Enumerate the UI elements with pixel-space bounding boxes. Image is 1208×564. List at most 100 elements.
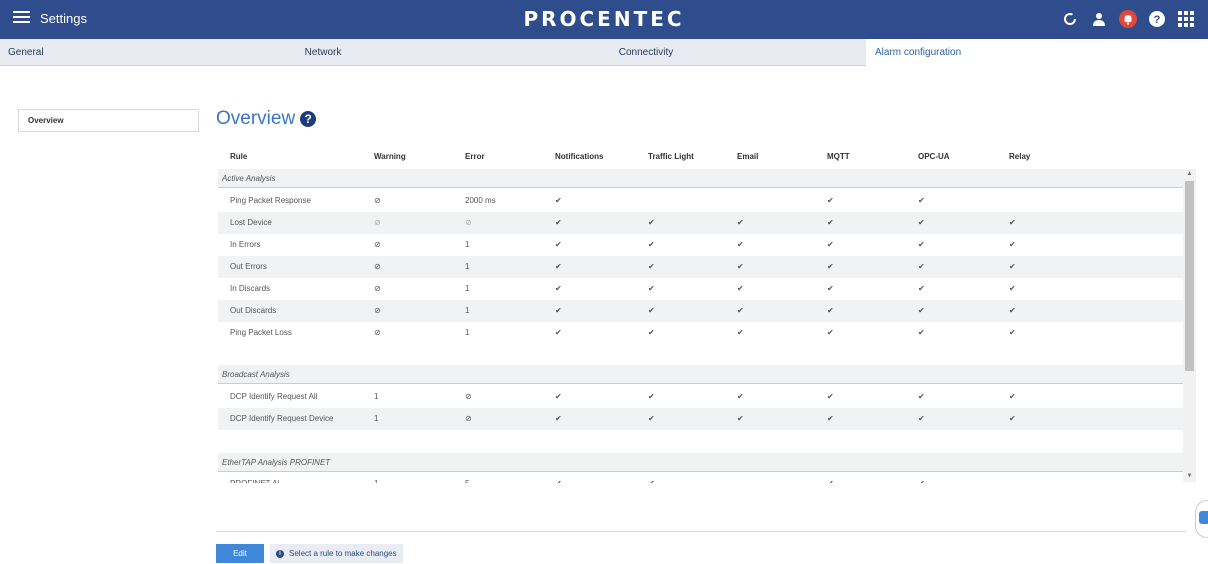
relay-check-icon: ✔ xyxy=(1009,240,1016,249)
select-rule-hint: i Select a rule to make changes xyxy=(270,544,403,563)
group-header: Broadcast Analysis xyxy=(218,365,1184,384)
info-icon: i xyxy=(276,549,284,558)
opc-ua-check-icon: ✔ xyxy=(918,392,925,401)
warning-value: ⊘ xyxy=(374,284,381,293)
column-header-error: Error xyxy=(465,152,485,161)
rule-name: DCP Identify Request All xyxy=(230,392,318,401)
error-value: 1 xyxy=(465,240,470,249)
column-header-warning: Warning xyxy=(374,152,406,161)
error-value: 1 xyxy=(465,284,470,293)
mqtt-check-icon: ✔ xyxy=(827,473,834,483)
table-row[interactable]: Lost Device ⊘ ⊘ ✔ ✔ ✔ ✔ ✔ ✔ xyxy=(218,212,1184,234)
tab-connectivity[interactable]: Connectivity xyxy=(426,39,866,66)
table-scrollbar[interactable]: ▲ ▼ xyxy=(1183,169,1196,482)
rule-name: In Errors xyxy=(230,240,261,249)
traffic-light-check-icon: ✔ xyxy=(648,218,655,227)
notifications-check-icon: ✔ xyxy=(555,414,562,423)
rule-name: Out Discards xyxy=(230,306,277,315)
table-row[interactable]: In Discards ⊘ 1 ✔ ✔ ✔ ✔ ✔ ✔ xyxy=(218,278,1184,300)
opc-ua-check-icon: ✔ xyxy=(918,306,925,315)
bell-icon[interactable] xyxy=(1119,10,1137,28)
mqtt-check-icon: ✔ xyxy=(827,196,834,205)
email-check-icon: ✔ xyxy=(737,240,744,249)
column-header-relay: Relay xyxy=(1009,152,1031,161)
opc-ua-check-icon: ✔ xyxy=(918,473,925,483)
error-value: ⊘ xyxy=(465,414,472,423)
page-heading: Overview ? xyxy=(216,107,317,131)
relay-check-icon: ✔ xyxy=(1009,414,1016,423)
table-row[interactable]: DCP Identify Request All 1 ⊘ ✔ ✔ ✔ ✔ ✔ ✔ xyxy=(218,386,1184,408)
warning-value: ⊘ xyxy=(374,306,381,315)
user-icon[interactable] xyxy=(1090,10,1108,28)
alarm-rules-table: Rule Warning Error Notifications Traffic… xyxy=(218,143,1196,483)
column-header-rule: Rule xyxy=(230,152,248,161)
table-body: Active Analysis Ping Packet Response ⊘ 2… xyxy=(218,169,1184,483)
error-value: 1 xyxy=(465,306,470,315)
top-bar: Settings PROCENTEC ? xyxy=(0,0,1208,39)
table-row[interactable]: DCP Identify Request Device 1 ⊘ ✔ ✔ ✔ ✔ … xyxy=(218,408,1184,430)
opc-ua-check-icon: ✔ xyxy=(918,284,925,293)
mqtt-check-icon: ✔ xyxy=(827,392,834,401)
error-value: 2000 ms xyxy=(465,196,496,205)
warning-value: 1 xyxy=(374,392,379,401)
mqtt-check-icon: ✔ xyxy=(827,306,834,315)
refresh-icon[interactable] xyxy=(1061,10,1079,28)
scroll-down-arrow-icon[interactable]: ▼ xyxy=(1183,471,1196,482)
email-check-icon: ✔ xyxy=(737,262,744,271)
hint-text: Select a rule to make changes xyxy=(289,549,397,558)
email-check-icon: ✔ xyxy=(737,414,744,423)
error-value: 1 xyxy=(465,328,470,337)
apps-grid-icon[interactable] xyxy=(1177,10,1195,28)
email-check-icon: ✔ xyxy=(737,218,744,227)
tab-network[interactable]: Network xyxy=(220,39,426,66)
error-value: ⊘ xyxy=(465,218,472,227)
mqtt-check-icon: ✔ xyxy=(827,240,834,249)
notifications-check-icon: ✔ xyxy=(555,262,562,271)
email-check-icon: ✔ xyxy=(737,392,744,401)
email-check-icon: ✔ xyxy=(737,328,744,337)
help-icon[interactable]: ? xyxy=(1148,10,1166,28)
notifications-check-icon: ✔ xyxy=(555,328,562,337)
side-panel-toggle[interactable] xyxy=(1195,500,1208,538)
mqtt-check-icon: ✔ xyxy=(827,262,834,271)
warning-value: 1 xyxy=(374,473,378,483)
rule-name: PROFINET Al... xyxy=(230,473,286,483)
table-row[interactable]: Out Discards ⊘ 1 ✔ ✔ ✔ ✔ ✔ ✔ xyxy=(218,300,1184,322)
scrollbar-thumb[interactable] xyxy=(1185,181,1194,371)
divider xyxy=(216,531,1186,532)
error-value: 1 xyxy=(465,262,470,271)
tab-general[interactable]: General xyxy=(0,39,220,66)
rule-name: DCP Identify Request Device xyxy=(230,414,334,423)
sidebar-item-overview[interactable]: Overview xyxy=(18,109,199,132)
page-title: Overview xyxy=(216,108,296,129)
mqtt-check-icon: ✔ xyxy=(827,328,834,337)
opc-ua-check-icon: ✔ xyxy=(918,328,925,337)
traffic-light-check-icon: ✔ xyxy=(648,414,655,423)
notifications-check-icon: ✔ xyxy=(555,473,562,483)
tab-alarm-configuration[interactable]: Alarm configuration xyxy=(866,39,1208,66)
opc-ua-check-icon: ✔ xyxy=(918,414,925,423)
traffic-light-check-icon: ✔ xyxy=(648,392,655,401)
table-row[interactable]: In Errors ⊘ 1 ✔ ✔ ✔ ✔ ✔ ✔ xyxy=(218,234,1184,256)
scroll-up-arrow-icon[interactable]: ▲ xyxy=(1183,169,1196,180)
relay-check-icon: ✔ xyxy=(1009,284,1016,293)
table-row[interactable]: Ping Packet Response ⊘ 2000 ms ✔ ✔ ✔ xyxy=(218,190,1184,212)
table-header: Rule Warning Error Notifications Traffic… xyxy=(218,143,1184,169)
table-row[interactable]: Out Errors ⊘ 1 ✔ ✔ ✔ ✔ ✔ ✔ xyxy=(218,256,1184,278)
mqtt-check-icon: ✔ xyxy=(827,414,834,423)
warning-value: ⊘ xyxy=(374,196,381,205)
help-icon[interactable]: ? xyxy=(300,111,317,127)
edit-button[interactable]: Edit xyxy=(216,544,264,563)
column-header-opc-ua: OPC-UA xyxy=(918,152,950,161)
table-row[interactable]: PROFINET Al... 1 5 ✔ ✔ ✔ ✔ xyxy=(218,473,1184,483)
table-row[interactable]: Ping Packet Loss ⊘ 1 ✔ ✔ ✔ ✔ ✔ ✔ xyxy=(218,322,1184,344)
brand-logo: PROCENTEC xyxy=(523,7,685,31)
email-check-icon: ✔ xyxy=(737,306,744,315)
relay-check-icon: ✔ xyxy=(1009,218,1016,227)
notifications-check-icon: ✔ xyxy=(555,306,562,315)
error-value: ⊘ xyxy=(465,392,472,401)
warning-value: 1 xyxy=(374,414,379,423)
rule-name: Ping Packet Loss xyxy=(230,328,292,337)
mqtt-check-icon: ✔ xyxy=(827,218,834,227)
mqtt-check-icon: ✔ xyxy=(827,284,834,293)
